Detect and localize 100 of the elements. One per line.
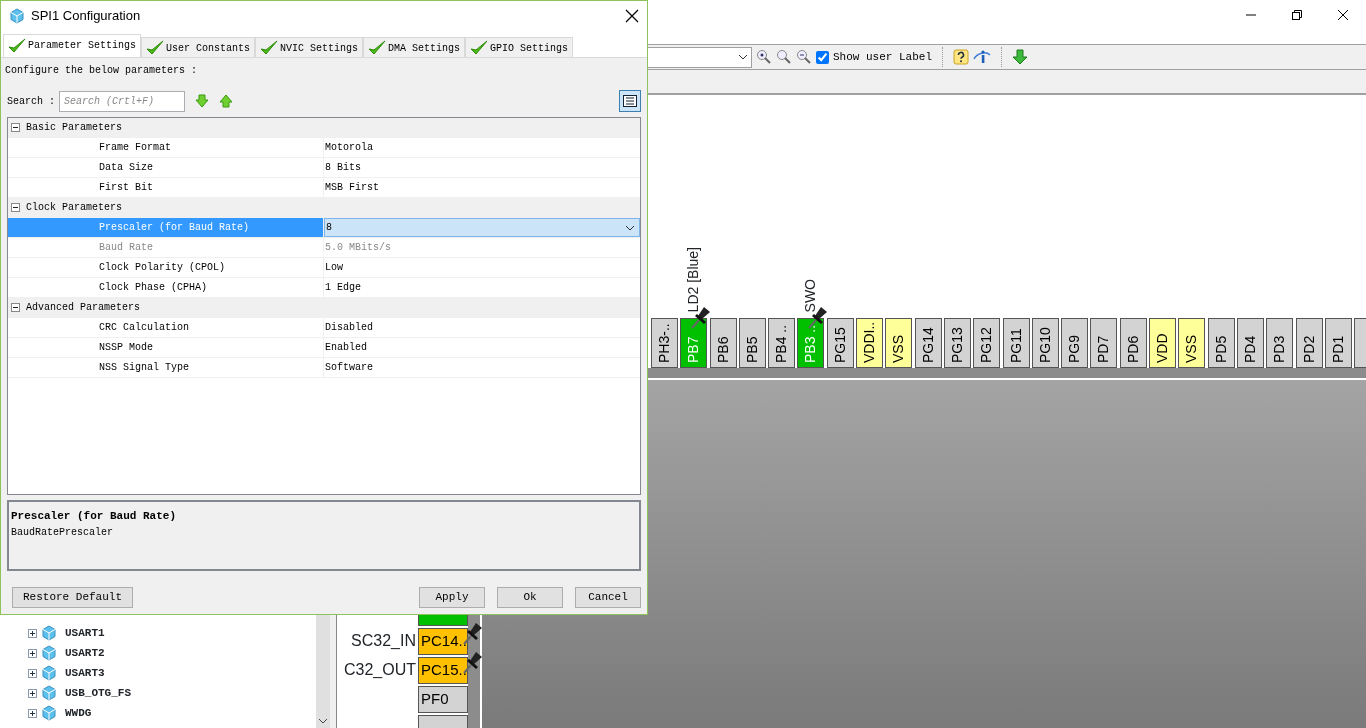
- pin-box[interactable]: PG14: [914, 318, 942, 368]
- expand-icon[interactable]: [28, 628, 37, 638]
- tab[interactable]: GPIO Settings: [465, 37, 574, 57]
- pin-box[interactable]: PG10: [1031, 318, 1059, 368]
- signal-label: SC32_IN: [351, 630, 417, 651]
- pin-box[interactable]: PC14..: [418, 628, 468, 655]
- property-name[interactable]: NSSP Mode: [8, 338, 324, 357]
- dropdown-field[interactable]: 8: [324, 218, 640, 237]
- property-value: MSB First: [324, 181, 380, 195]
- cube-icon: [41, 665, 57, 681]
- close-icon[interactable]: [625, 9, 639, 23]
- property-value: Disabled: [324, 321, 374, 335]
- property-value: Software: [324, 361, 374, 375]
- expand-icon[interactable]: [28, 708, 37, 718]
- property-name[interactable]: First Bit: [8, 178, 324, 197]
- zoom-in-icon[interactable]: [756, 49, 772, 65]
- collapse-icon[interactable]: [11, 303, 20, 312]
- pin-box[interactable]: PD6: [1119, 318, 1147, 368]
- group-header[interactable]: Advanced Parameters: [26, 300, 141, 315]
- cube-icon: [41, 685, 57, 701]
- pin-box[interactable]: PG11: [1002, 318, 1030, 368]
- arrow-up-icon[interactable]: [219, 94, 233, 108]
- group-header[interactable]: Clock Parameters: [26, 200, 122, 215]
- cube-icon: [41, 625, 57, 641]
- pin-box[interactable]: PB5: [738, 318, 766, 368]
- property-value: 5.0 MBits/s: [324, 241, 392, 255]
- pin-box[interactable]: VDD: [1149, 318, 1177, 368]
- restore-default-button[interactable]: Restore Default: [12, 587, 133, 608]
- zoom-out-icon[interactable]: [796, 49, 812, 65]
- property-name[interactable]: NSS Signal Type: [8, 358, 324, 377]
- list-icon[interactable]: [623, 95, 637, 107]
- pin-box[interactable]: PH3-..: [651, 318, 678, 368]
- dialog-button[interactable]: Cancel: [575, 587, 641, 608]
- pin-box[interactable]: VSS: [885, 318, 913, 368]
- tree-item[interactable]: WWDG: [65, 704, 92, 722]
- pin-box[interactable]: PD3: [1266, 318, 1294, 368]
- pin-box[interactable]: PC15..: [418, 657, 468, 684]
- chevron-icon[interactable]: [625, 224, 635, 231]
- cube-icon: [41, 645, 57, 661]
- cube-icon: [9, 8, 25, 24]
- property-value: Low: [324, 261, 344, 275]
- check-icon: [260, 40, 279, 56]
- property-value: Motorola: [324, 141, 374, 155]
- info-icon[interactable]: [973, 49, 992, 65]
- property-name[interactable]: Frame Format: [8, 138, 324, 157]
- collapse-icon[interactable]: [11, 123, 20, 132]
- pin-box[interactable]: PG12: [973, 318, 1001, 368]
- tab[interactable]: Parameter Settings: [3, 34, 142, 57]
- tree-item[interactable]: USART3: [65, 664, 105, 682]
- pin-box[interactable]: PD7: [1090, 318, 1118, 368]
- pin-box[interactable]: VSS: [1178, 318, 1206, 368]
- collapse-icon[interactable]: [11, 203, 20, 212]
- group-header[interactable]: Basic Parameters: [26, 120, 122, 135]
- property-name[interactable]: Clock Phase (CPHA): [8, 278, 324, 297]
- tree-item[interactable]: USART2: [65, 644, 105, 662]
- download-arrow-icon[interactable]: [1012, 49, 1029, 65]
- property-value: 8 Bits: [324, 161, 362, 175]
- dialog-button[interactable]: Apply: [419, 587, 485, 608]
- check-icon: [146, 40, 165, 56]
- pin-box[interactable]: PG13: [943, 318, 971, 368]
- pin-box[interactable]: PD5: [1207, 318, 1235, 368]
- zoom-icon[interactable]: [776, 49, 792, 65]
- tab[interactable]: DMA Settings: [363, 37, 466, 57]
- pin-box[interactable]: PF0: [418, 686, 468, 713]
- expand-icon[interactable]: [28, 648, 37, 658]
- pin-box[interactable]: PB6: [709, 318, 737, 368]
- cube-icon: [41, 705, 57, 721]
- pin-box[interactable]: VDDI..: [856, 318, 884, 368]
- pin-box[interactable]: PD1: [1324, 318, 1352, 368]
- tree-item[interactable]: USART1: [65, 624, 105, 642]
- chevron-icon[interactable]: [738, 54, 748, 60]
- pin-box[interactable]: PB4 ..: [768, 318, 796, 368]
- property-name[interactable]: CRC Calculation: [8, 318, 324, 337]
- help-icon[interactable]: [953, 49, 970, 65]
- check-icon: [8, 37, 26, 54]
- property-name[interactable]: Data Size: [8, 158, 324, 177]
- signal-label: LD2 [Blue]: [684, 246, 703, 312]
- expand-icon[interactable]: [28, 668, 37, 678]
- check-icon: [368, 40, 387, 56]
- instruction-text: Configure the below parameters :: [4, 64, 199, 78]
- list-view-button[interactable]: [619, 90, 641, 112]
- pin-box[interactable]: PD4: [1236, 318, 1264, 368]
- checkbox[interactable]: [816, 50, 829, 64]
- property-name[interactable]: Clock Polarity (CPOL): [8, 258, 324, 277]
- tree-item[interactable]: USB_OTG_FS: [65, 684, 131, 702]
- dialog-button[interactable]: Ok: [497, 587, 563, 608]
- search-label: Search :: [7, 94, 55, 109]
- property-value: 1 Edge: [324, 281, 362, 295]
- property-value: Enabled: [324, 341, 368, 355]
- pin-box[interactable]: PG15: [826, 318, 854, 368]
- tab[interactable]: User Constants: [141, 37, 256, 57]
- tab[interactable]: NVIC Settings: [255, 37, 364, 57]
- check-icon: [470, 40, 489, 56]
- signal-label: C32_OUT: [343, 659, 417, 680]
- expand-icon[interactable]: [28, 688, 37, 698]
- pin-box[interactable]: PD2: [1295, 318, 1323, 368]
- description-text: BaudRatePrescaler: [11, 525, 115, 540]
- pin-box[interactable]: PG9: [1061, 318, 1089, 368]
- dialog-title: SPI1 Configuration: [31, 7, 141, 26]
- search-field[interactable]: Search (Crtl+F): [59, 90, 185, 112]
